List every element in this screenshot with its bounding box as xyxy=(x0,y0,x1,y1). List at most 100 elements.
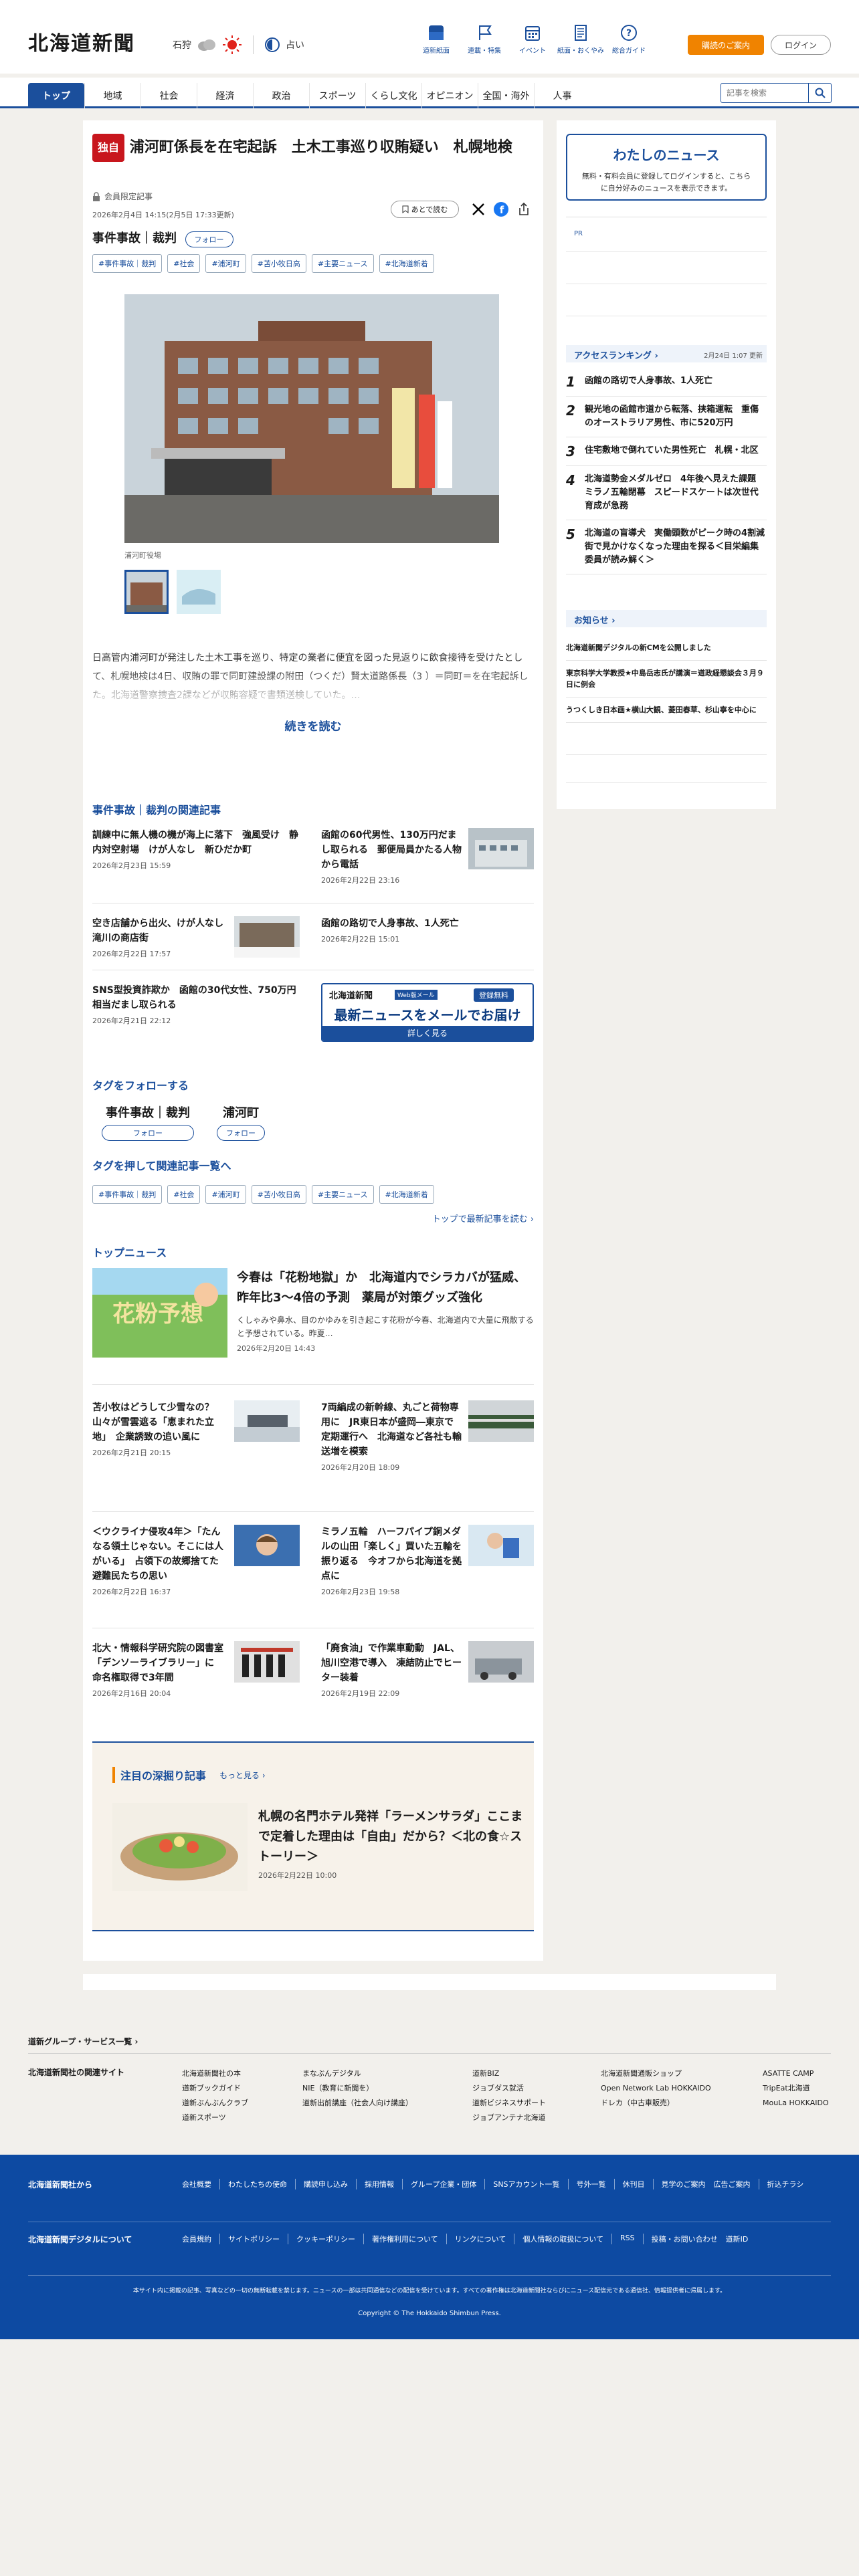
footer-link[interactable]: 会員規約 xyxy=(182,2234,219,2244)
news-item[interactable]: ミラノ五輪 ハーフパイプ銅メダルの山田「楽しく」買いた五輪を振り返る 今オフから… xyxy=(321,1525,462,1597)
tag-link[interactable]: #主要ニュース xyxy=(311,1185,374,1204)
search-input[interactable] xyxy=(721,84,807,102)
tab-culture[interactable]: くらし文化 xyxy=(365,83,421,108)
tab-economy[interactable]: 経済 xyxy=(197,83,253,108)
footer-link[interactable]: 道新ブックガイド xyxy=(182,2081,309,2096)
news-item[interactable]: ＜ウクライナ侵攻4年＞「たんなる領土じゃない。そこには人がいる」 占領下の故郷捨… xyxy=(92,1525,226,1597)
footer-link[interactable]: 購読申し込み xyxy=(295,2179,356,2189)
related-item[interactable]: 函館の路切で人身事故、1人死亡 2026年2月22日 15:01 xyxy=(321,916,534,944)
deep-dive-image[interactable] xyxy=(112,1803,248,1891)
ranking-item[interactable]: 4 北海道勢金メダルゼロ 4年後へ見えた課題 ミラノ五輪閉幕 スピードスケートは次… xyxy=(566,466,767,520)
footer-link[interactable]: サイトポリシー xyxy=(219,2234,288,2244)
footer-link[interactable]: 道新ぶんぶんクラブ xyxy=(182,2096,309,2111)
category-follow-button[interactable]: フォロー xyxy=(185,231,233,247)
header-link-obituary[interactable]: 紙面・おくやみ xyxy=(557,24,605,55)
tag-link[interactable]: #社会 xyxy=(167,1185,201,1204)
tag-link[interactable]: #苫小牧日高 xyxy=(251,254,306,273)
footer-link[interactable]: 北海道新聞通販ショップ xyxy=(601,2066,748,2081)
footer-link[interactable]: 道新出前講座（社会人向け講座） xyxy=(302,2096,456,2111)
info-item[interactable]: 北海道新聞デジタルの新CMを公開しました xyxy=(566,635,767,661)
footer-link[interactable]: グループ企業・団体 xyxy=(402,2179,484,2189)
photo-thumbnail-active[interactable] xyxy=(124,570,169,614)
footer-link[interactable]: ジョブダス就活 xyxy=(472,2081,586,2096)
tag-link[interactable]: #事件事故｜裁判 xyxy=(92,1185,163,1204)
tag-link[interactable]: #北海道新着 xyxy=(379,1185,434,1204)
footer-link[interactable]: NIE（教育に新聞を） xyxy=(302,2081,456,2096)
site-logo[interactable]: 北海道新聞 xyxy=(28,27,135,56)
subscribe-button[interactable]: 購読のご案内 xyxy=(688,35,764,55)
tab-region[interactable]: 地域 xyxy=(84,83,140,108)
photo-thumbnail[interactable] xyxy=(177,570,221,614)
latest-news-link[interactable]: トップで最新記事を読む › xyxy=(432,1212,534,1224)
search-button[interactable] xyxy=(808,84,831,102)
footer-link[interactable]: ジョブアンテナ北海道 xyxy=(472,2111,586,2125)
read-later-button[interactable]: あとで読む xyxy=(391,201,459,218)
ranking-item[interactable]: 2 観光地の函館市道から転落、挟箱運転 重傷のオーストラリア男性、市に520万円 xyxy=(566,397,767,437)
news-item[interactable]: 苫小牧はどうして少雪なの？ 山々が雪雲遮る「恵まれた立地」 企業誘致の追い風に 2… xyxy=(92,1400,226,1458)
header-link-paper[interactable]: 道新紙面 xyxy=(412,24,460,55)
footer-link[interactable]: リンクについて xyxy=(446,2234,514,2244)
footer-link[interactable]: 休刊日 xyxy=(613,2179,653,2189)
footer-link[interactable]: 号外一覧 xyxy=(567,2179,614,2189)
news-item[interactable]: 「廃食油」で作業車動動 JAL、旭川空港で導入 凍結防止でヒーター装着 2026年… xyxy=(321,1641,462,1699)
footer-link[interactable]: 採用情報 xyxy=(356,2179,402,2189)
tag-link[interactable]: #社会 xyxy=(167,254,201,273)
header-link-series[interactable]: 連載・特集 xyxy=(460,24,508,55)
tag-link[interactable]: #主要ニュース xyxy=(311,254,374,273)
tag-link[interactable]: #北海道新着 xyxy=(379,254,434,273)
footer-link[interactable]: 広告ご案内 xyxy=(714,2179,759,2189)
footer-link[interactable]: まなぶんデジタル xyxy=(302,2066,456,2081)
header-link-guide[interactable]: ? 総合ガイド xyxy=(605,24,653,55)
related-item[interactable]: 訓練中に無人機の機が海上に落下 強風受け 静内対空射場 けが人なし 新ひだか町 2… xyxy=(92,828,300,871)
group-services-link[interactable]: 道新グループ・サービス一覧 › xyxy=(28,2036,138,2047)
ranking-item[interactable]: 1 函館の路切で人身事故、1人死亡 xyxy=(566,368,767,397)
my-news-box[interactable]: わたしのニュース 無料・有料会員に登録してログインすると、こちらに自分好みのニュ… xyxy=(566,134,767,201)
info-item[interactable]: 東京科学大学教授★中島岳志氏が講演＝道政経懇談会３月９日に例会 xyxy=(566,661,767,697)
share-button[interactable] xyxy=(515,201,533,218)
tag-link[interactable]: #事件事故｜裁判 xyxy=(92,254,163,273)
footer-link[interactable]: 道新スポーツ xyxy=(182,2111,309,2125)
info-item[interactable]: うつくしき日本画★横山大観、菱田春草、杉山寧を中心に xyxy=(566,697,767,723)
news-item[interactable]: 北大・情報科学研究院の図書室「デンソーライブラリー」に 命名権取得で3年間 202… xyxy=(92,1641,226,1699)
share-facebook-button[interactable]: f xyxy=(492,201,510,218)
ranking-item[interactable]: 5 北海道の盲導犬 実働頭数がピーク時の4割減 街で見かけなくなった理由を探る＜目… xyxy=(566,520,773,574)
ranking-item[interactable]: 3 住宅敷地で倒れていた男性死亡 札幌・北区 xyxy=(566,437,767,466)
footer-link[interactable]: わたしたちの使命 xyxy=(219,2179,295,2189)
article-photo[interactable] xyxy=(124,294,499,543)
tag-follow-button[interactable]: フォロー xyxy=(217,1125,265,1141)
login-button[interactable]: ログイン xyxy=(771,35,831,55)
tab-politics[interactable]: 政治 xyxy=(253,83,309,108)
tab-opinion[interactable]: オピニオン xyxy=(421,83,478,108)
footer-link[interactable]: 個人情報の取扱について xyxy=(514,2234,611,2244)
footer-link[interactable]: ドレカ（中古車販売） xyxy=(601,2096,748,2111)
footer-link[interactable]: 会社概要 xyxy=(182,2179,219,2189)
share-x-button[interactable] xyxy=(470,201,487,218)
footer-link[interactable]: TripEat北海道 xyxy=(763,2081,850,2096)
footer-link[interactable]: 道新BIZ xyxy=(472,2066,586,2081)
footer-link[interactable]: MouLa HOKKAIDO xyxy=(763,2096,850,2111)
deep-dive-more-link[interactable]: もっと見る › xyxy=(219,1769,266,1781)
featured-article[interactable]: 今春は「花粉地獄」か 北海道内でシラカバが猛威、昨年比3～4倍の予測 薬局が対策… xyxy=(237,1268,534,1354)
tab-personnel[interactable]: 人事 xyxy=(534,83,590,108)
tab-society[interactable]: 社会 xyxy=(140,83,197,108)
weather-widget[interactable]: 石狩 占い xyxy=(173,35,304,55)
footer-link[interactable]: Open Network Lab HOKKAIDO xyxy=(601,2081,748,2096)
footer-link[interactable]: 著作権利用について xyxy=(363,2234,446,2244)
related-item[interactable]: 空き店舗から出火、けが人なし 滝川の商店街 2026年2月22日 17:57 xyxy=(92,916,233,959)
header-link-events[interactable]: イベント xyxy=(508,24,557,55)
tab-sports[interactable]: スポーツ xyxy=(309,83,365,108)
info-heading[interactable]: お知らせ › xyxy=(574,613,615,626)
footer-link[interactable]: 道新ビジネスサポート xyxy=(472,2096,586,2111)
tab-world[interactable]: 全国・海外 xyxy=(478,83,534,108)
footer-link[interactable]: RSS xyxy=(611,2234,643,2244)
ranking-heading[interactable]: アクセスランキング › xyxy=(574,348,658,361)
related-item[interactable]: SNS型投資詐欺か 函館の30代女性、750万円相当だまし取られる 2026年2月… xyxy=(92,983,300,1026)
footer-link[interactable]: ASATTE CAMP xyxy=(763,2066,850,2081)
newsletter-banner[interactable]: 北海道新聞 Web版メール 登録無料 最新ニュースをメールでお届け 詳しく見る xyxy=(321,983,534,1042)
footer-link[interactable]: 道新ID xyxy=(726,2234,757,2244)
footer-link[interactable]: 見学のご案内 xyxy=(652,2179,714,2189)
tag-follow-button[interactable]: フォロー xyxy=(102,1125,194,1141)
tag-link[interactable]: #苫小牧日高 xyxy=(251,1185,306,1204)
tag-link[interactable]: #浦河町 xyxy=(205,254,246,273)
news-item[interactable]: 7両編成の新幹線、丸ごと荷物専用に JR東日本が盛岡―東京で定期運行へ 北海道な… xyxy=(321,1400,462,1473)
